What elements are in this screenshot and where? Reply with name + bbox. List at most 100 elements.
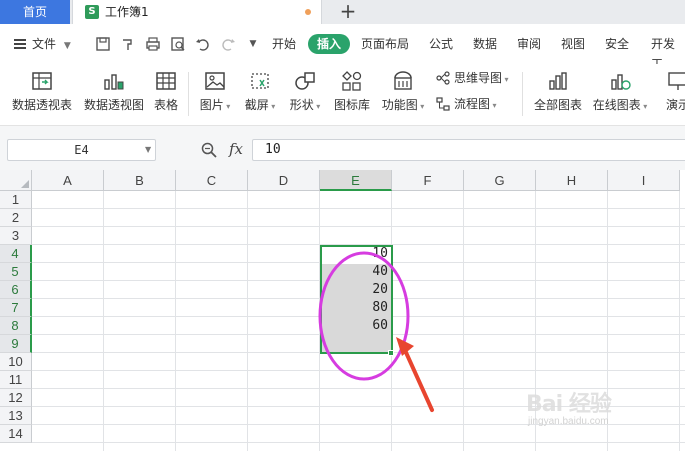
column-header-c[interactable]: C [176,170,248,191]
grid-line [32,370,685,371]
row-header-1[interactable]: 1 [0,191,32,209]
presentation-button[interactable]: 演示 [658,66,685,122]
flowchart-icon [436,97,450,111]
column-header-g[interactable]: G [464,170,536,191]
row-header-5[interactable]: 5 [0,263,32,281]
fill-handle[interactable] [388,350,394,356]
select-all-corner[interactable] [0,170,32,191]
shapes-button[interactable]: 形状 ▾ [287,66,323,122]
tab-security[interactable]: 安全 [605,34,629,54]
mindmap-icon [436,71,450,85]
ribbon-divider [188,72,189,116]
grid-line [32,442,685,443]
row-header-3[interactable]: 3 [0,227,32,245]
column-header-b[interactable]: B [104,170,176,191]
all-charts-icon [549,72,567,90]
row-header-10[interactable]: 10 [0,353,32,371]
icon-library-button[interactable]: 图标库 [332,66,372,122]
workbook-title: 工作簿1 [105,5,149,19]
customize-quick-access-icon[interactable]: ▼ [245,36,261,52]
save-icon[interactable] [95,36,111,52]
cell-e4[interactable]: 10 [322,245,390,263]
unsaved-dot-icon [305,9,311,15]
icon-library-icon [342,71,362,91]
print-preview-icon[interactable] [170,36,186,52]
cell-e5[interactable]: 40 [322,263,390,281]
ribbon-divider [522,72,523,116]
row-header-8[interactable]: 8 [0,317,32,335]
row-header-12[interactable]: 12 [0,389,32,407]
tab-page-layout[interactable]: 页面布局 [361,34,409,54]
cell-e8[interactable]: 60 [322,317,390,335]
row-header-14[interactable]: 14 [0,425,32,443]
grid-line [463,191,464,451]
insert-function-button[interactable]: fx [229,138,243,160]
pivot-chart-button[interactable]: 数据透视图 [83,66,145,122]
function-chart-label: 功能图 ▾ [381,98,425,112]
flowchart-button[interactable]: 流程图 ▾ [436,96,497,114]
screenshot-icon [251,73,269,89]
grid-line [32,208,685,209]
name-box[interactable]: E4 [7,139,156,161]
row-header-2[interactable]: 2 [0,209,32,227]
zoom-icon[interactable] [201,142,217,158]
spreadsheet-icon: S [85,5,99,19]
column-header-e[interactable]: E [320,170,392,191]
format-painter-icon[interactable] [120,36,136,52]
cell-e7[interactable]: 80 [322,299,390,317]
tab-data[interactable]: 数据 [473,34,497,54]
row-header-11[interactable]: 11 [0,371,32,389]
pivot-table-icon [32,72,52,90]
new-tab-button[interactable]: + [336,0,360,24]
grid-line [103,191,104,451]
grid-line [175,191,176,451]
row-header-9[interactable]: 9 [0,335,32,353]
picture-label: 图片 ▾ [199,98,231,112]
workbook-tab[interactable]: S 工作簿1 [72,0,322,24]
picture-button[interactable]: 图片 ▾ [198,66,232,122]
function-chart-button[interactable]: 功能图 ▾ [380,66,426,122]
row-header-13[interactable]: 13 [0,407,32,425]
function-chart-icon [394,71,412,90]
formula-input[interactable]: 10 [252,139,685,161]
column-header-f[interactable]: F [392,170,464,191]
flowchart-label: 流程图 [454,97,491,111]
column-header-i[interactable]: I [608,170,680,191]
shapes-icon [295,72,315,90]
watermark-logo: Bai 经验 [526,392,612,417]
print-icon[interactable] [145,36,161,52]
redo-icon[interactable] [220,36,236,52]
screenshot-button[interactable]: 截屏 ▾ [242,66,278,122]
tab-insert[interactable]: 插入 [308,34,351,54]
table-icon [156,72,176,90]
pivot-table-button[interactable]: 数据透视表 [10,66,74,122]
chevron-down-icon[interactable]: ▼ [145,139,151,161]
column-header-d[interactable]: D [248,170,320,191]
all-charts-button[interactable]: 全部图表 [532,66,584,122]
undo-icon[interactable] [195,36,211,52]
online-charts-icon [611,74,631,90]
tab-view[interactable]: 视图 [561,34,585,54]
table-button[interactable]: 表格 [152,66,180,122]
pivot-chart-label: 数据透视图 [83,98,144,112]
tab-review[interactable]: 审阅 [517,34,541,54]
column-header-a[interactable]: A [32,170,104,191]
online-charts-button[interactable]: 在线图表 ▾ [592,66,648,122]
row-header-4[interactable]: 4 [0,245,32,263]
home-tab[interactable]: 首页 [0,0,70,24]
row-header-7[interactable]: 7 [0,299,32,317]
online-charts-label: 在线图表 ▾ [592,98,648,112]
tab-formulas[interactable]: 公式 [429,34,453,54]
watermark-url: jingyan.baidu.com [528,416,609,427]
tab-start[interactable]: 开始 [272,34,296,54]
document-tab-bar: 首页 S 工作簿1 + [0,0,685,24]
tab-developer[interactable]: 开发工 [651,34,685,71]
file-menu-button[interactable]: 文件 ▼ [14,36,71,52]
grid-line [247,191,248,451]
mindmap-button[interactable]: 思维导图 ▾ [436,70,509,88]
row-header-6[interactable]: 6 [0,281,32,299]
formula-bar: E4 ▼ fx 10 [0,126,685,170]
cell-e6[interactable]: 20 [322,281,390,299]
pivot-table-label: 数据透视表 [11,98,72,112]
column-header-h[interactable]: H [536,170,608,191]
